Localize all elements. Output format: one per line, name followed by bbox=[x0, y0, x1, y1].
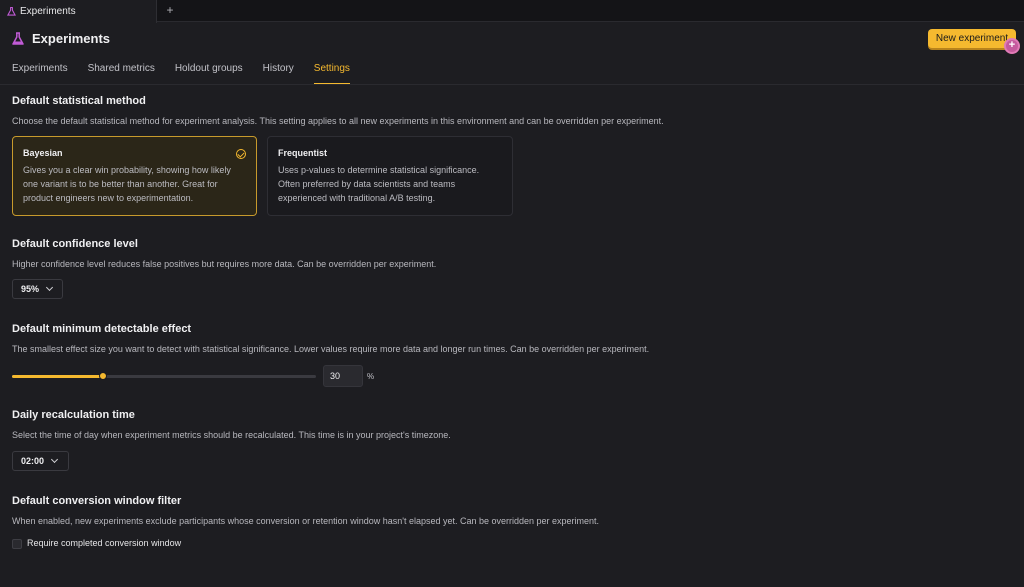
plus-icon[interactable]: + bbox=[1004, 38, 1020, 54]
slider-handle[interactable] bbox=[99, 372, 108, 380]
flask-icon bbox=[7, 7, 16, 16]
slider-fill bbox=[12, 375, 104, 378]
check-circle-icon bbox=[236, 149, 246, 159]
page-title: Experiments bbox=[32, 30, 111, 46]
confidence-value: 95% bbox=[21, 284, 40, 294]
option-title: Bayesian bbox=[23, 148, 63, 158]
section-title-mde: Default minimum detectable effect bbox=[12, 323, 192, 335]
recalc-time-select[interactable]: 02:00 bbox=[12, 451, 69, 471]
section-desc-stat-method: Choose the default statistical method fo… bbox=[12, 116, 664, 126]
tab-bar: Experiments + bbox=[0, 0, 1024, 23]
conversion-window-checkbox[interactable] bbox=[12, 539, 22, 549]
section-title-stat-method: Default statistical method bbox=[12, 95, 146, 107]
tab-settings[interactable]: Settings bbox=[313, 62, 351, 85]
tab-holdout-groups[interactable]: Holdout groups bbox=[175, 62, 243, 82]
section-desc-mde: The smallest effect size you want to det… bbox=[12, 344, 650, 354]
section-desc-recalc: Select the time of day when experiment m… bbox=[12, 430, 451, 440]
section-tabs: Experiments Shared metrics Holdout group… bbox=[12, 62, 370, 85]
option-card-frequentist[interactable]: Frequentist Uses p-values to determine s… bbox=[267, 136, 513, 216]
section-title-confidence: Default confidence level bbox=[12, 238, 138, 250]
mde-slider[interactable] bbox=[12, 372, 316, 380]
option-desc: Uses p-values to determine statistical s… bbox=[278, 163, 502, 205]
chevron-down-icon bbox=[50, 455, 59, 464]
chevron-down-icon bbox=[45, 283, 54, 292]
checkbox-label[interactable]: Require completed conversion window bbox=[27, 538, 181, 548]
new-experiment-button[interactable]: New experiment bbox=[928, 29, 1016, 48]
option-desc-line: Gives you a clear win probability, showi… bbox=[23, 165, 231, 175]
tab-experiments[interactable]: Experiments bbox=[0, 0, 157, 23]
option-desc: Gives you a clear win probability, showi… bbox=[23, 163, 246, 205]
option-desc-line: Uses p-values to determine statistical s… bbox=[278, 165, 480, 175]
mde-input[interactable]: 30 bbox=[323, 365, 363, 387]
tab-title: Experiments bbox=[20, 6, 76, 17]
flask-icon bbox=[12, 31, 24, 45]
tab-history[interactable]: History bbox=[263, 62, 294, 82]
option-desc-line: product engineers new to experimentation… bbox=[23, 193, 194, 203]
section-title-conversion: Default conversion window filter bbox=[12, 495, 182, 507]
option-desc-line: experienced with traditional A/B testing… bbox=[278, 193, 436, 203]
new-tab-button[interactable]: + bbox=[163, 3, 177, 17]
option-desc-line: Often preferred by data scientists and t… bbox=[278, 179, 456, 189]
section-desc-confidence: Higher confidence level reduces false po… bbox=[12, 259, 437, 269]
tab-experiments-list[interactable]: Experiments bbox=[12, 62, 68, 82]
option-title: Frequentist bbox=[278, 148, 328, 158]
percent-label: % bbox=[367, 372, 375, 381]
section-desc-conversion: When enabled, new experiments exclude pa… bbox=[12, 516, 600, 526]
option-card-bayesian[interactable]: Bayesian Gives you a clear win probabili… bbox=[12, 136, 257, 216]
tab-shared-metrics[interactable]: Shared metrics bbox=[88, 62, 155, 82]
section-title-recalc: Daily recalculation time bbox=[12, 409, 135, 421]
option-desc-line: one variant is to be better than another… bbox=[23, 179, 218, 189]
confidence-select[interactable]: 95% bbox=[12, 279, 63, 299]
page-header: Experiments bbox=[12, 28, 110, 48]
recalc-time-value: 02:00 bbox=[21, 456, 45, 466]
divider bbox=[0, 84, 1024, 85]
